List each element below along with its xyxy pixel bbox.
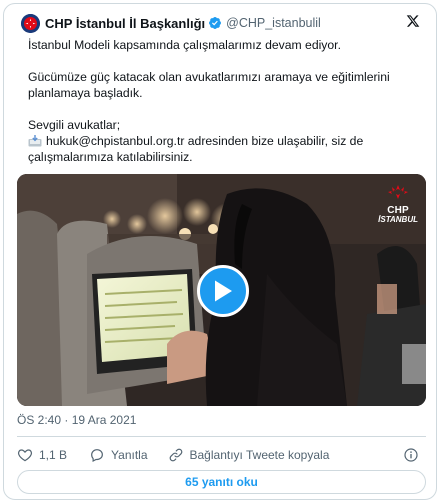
video-player[interactable]: CHP İSTANBUL — [17, 174, 426, 406]
tweet-card: CHP İstanbul İl Başkanlığı @CHP_istanbul… — [3, 3, 437, 500]
avatar[interactable] — [21, 13, 40, 33]
author-handle[interactable]: @CHP_istanbulil — [226, 16, 321, 30]
chp-arrows-icon — [388, 185, 409, 199]
tweet-paragraph: İstanbul Modeli kapsamında çalışmalarımı… — [28, 38, 341, 52]
copy-link-label: Bağlantıyı Tweete kopyala — [189, 448, 330, 462]
author-name[interactable]: CHP İstanbul İl Başkanlığı — [45, 16, 205, 31]
read-replies-button[interactable]: 65 yanıtı oku — [17, 470, 426, 494]
tweet-actions: 1,1 B Yanıtla Bağlantıyı Tweete kopyala — [17, 445, 349, 465]
info-icon[interactable] — [403, 447, 419, 468]
channel-logo: CHP İSTANBUL — [378, 184, 418, 224]
tweet-paragraph: çalışmalarımıza katılabilirsiniz. — [28, 150, 193, 164]
verified-badge-icon — [208, 16, 222, 30]
heart-icon — [17, 449, 33, 462]
tweet-text: İstanbul Modeli kapsamında çalışmalarımı… — [28, 37, 428, 165]
play-icon — [215, 280, 232, 302]
tweet-header: CHP İstanbul İl Başkanlığı @CHP_istanbul… — [21, 12, 321, 34]
tweet-timestamp[interactable]: ÖS 2:40 · 19 Ara 2021 — [17, 413, 136, 427]
email-text: hukuk@chpistanbul.org.tr adresinden bize… — [46, 134, 364, 148]
play-button[interactable] — [197, 265, 249, 317]
like-count: 1,1 B — [39, 448, 68, 462]
like-button[interactable]: 1,1 B — [17, 447, 67, 463]
inbox-tray-icon — [28, 135, 42, 147]
tweet-paragraph: planlamaya başladık. — [28, 86, 143, 100]
reply-button[interactable]: Yanıtla — [89, 447, 148, 463]
tweet-paragraph: Gücümüze güç katacak olan avukatlarımızı… — [28, 70, 390, 84]
divider — [17, 436, 426, 437]
speech-bubble-icon — [91, 449, 103, 463]
x-logo-icon[interactable] — [406, 14, 420, 32]
copy-link-button[interactable]: Bağlantıyı Tweete kopyala — [168, 447, 330, 463]
link-icon — [169, 448, 182, 462]
reply-label: Yanıtla — [111, 448, 148, 462]
brand-sub: İSTANBUL — [378, 215, 418, 224]
tweet-paragraph-email: hukuk@chpistanbul.org.tr adresinden bize… — [28, 133, 428, 149]
tweet-paragraph: Sevgili avukatlar; — [28, 118, 121, 132]
